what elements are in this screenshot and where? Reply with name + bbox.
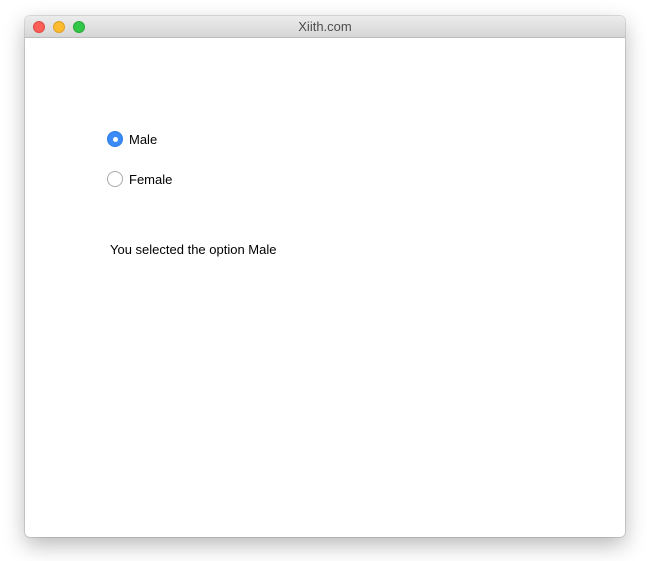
radio-label-male[interactable]: Male xyxy=(129,132,157,147)
app-window: Xiith.com Male Female You selected the o… xyxy=(25,16,625,537)
selection-result-label: You selected the option Male xyxy=(110,242,277,257)
radio-button-female[interactable] xyxy=(107,171,123,187)
title-bar[interactable]: Xiith.com xyxy=(25,16,625,38)
window-title: Xiith.com xyxy=(298,19,352,34)
radio-button-male[interactable] xyxy=(107,131,123,147)
radio-option-male[interactable]: Male xyxy=(107,130,157,148)
radio-label-female[interactable]: Female xyxy=(129,172,172,187)
radio-option-female[interactable]: Female xyxy=(107,170,172,188)
window-content: Male Female You selected the option Male xyxy=(25,38,625,537)
